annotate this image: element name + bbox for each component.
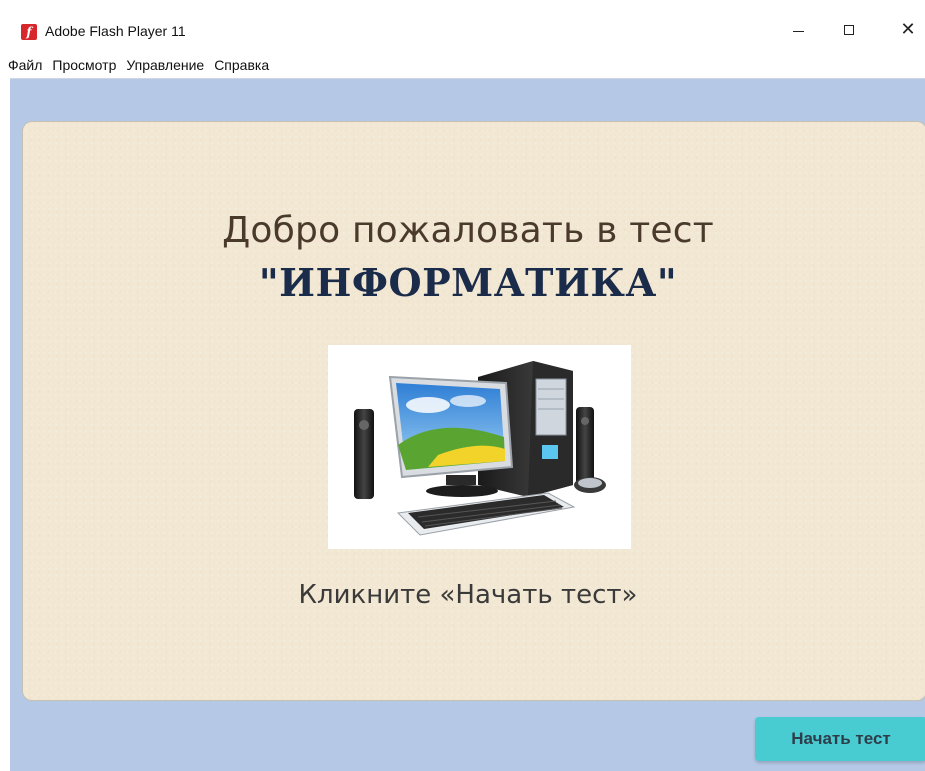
menu-item-view[interactable]: Просмотр [47, 54, 121, 76]
test-subject-title: "ИНФОРМАТИКА" [258, 260, 678, 305]
title-bar: f Adobe Flash Player 11 ✕ [0, 0, 925, 48]
maximize-icon [844, 25, 854, 35]
adobe-flash-icon: f [21, 24, 37, 40]
instruction-text: Кликните «Начать тест» [298, 580, 638, 610]
close-icon: ✕ [900, 19, 916, 40]
start-test-button[interactable]: Начать тест [755, 717, 925, 761]
minimize-icon [792, 30, 804, 32]
maximize-button[interactable] [826, 12, 872, 48]
menu-item-control[interactable]: Управление [121, 54, 209, 76]
desktop-computer-illustration [328, 345, 631, 549]
menu-item-help[interactable]: Справка [209, 54, 274, 76]
menu-item-file[interactable]: Файл [3, 54, 47, 76]
menu-bar: Файл Просмотр Управление Справка [0, 53, 925, 77]
minimize-button[interactable] [775, 12, 821, 48]
welcome-heading: Добро пожаловать в тест [222, 210, 714, 251]
window-title: Adobe Flash Player 11 [45, 23, 186, 39]
welcome-card: Добро пожаловать в тест "ИНФОРМАТИКА" Кл… [22, 121, 925, 701]
flash-stage: Добро пожаловать в тест "ИНФОРМАТИКА" Кл… [10, 78, 925, 771]
close-button[interactable]: ✕ [885, 12, 925, 48]
